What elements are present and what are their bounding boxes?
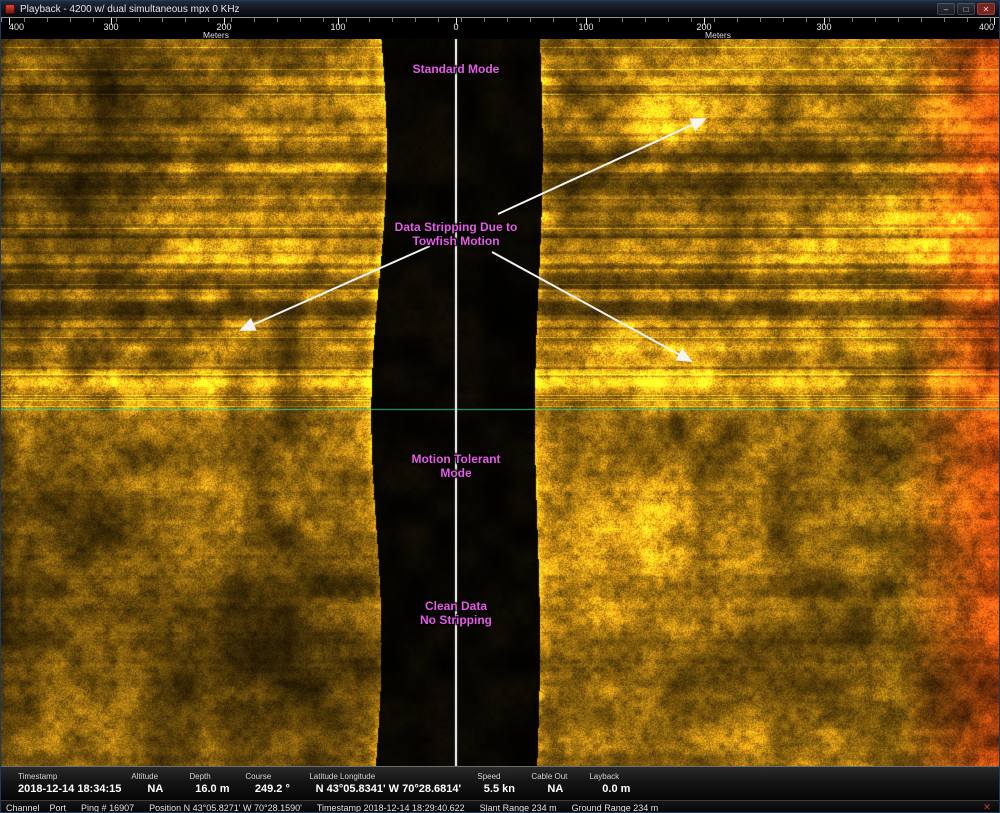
status-field-speed: Speed 5.5 kn bbox=[472, 767, 526, 800]
minimize-button[interactable]: – bbox=[937, 3, 955, 15]
annotation-motion-tolerant: Motion Tolerant Mode bbox=[411, 452, 500, 480]
ruler-tick-label: 300 bbox=[103, 22, 118, 32]
ruler-tick bbox=[994, 18, 995, 25]
playback-info-bar: Channel Port Ping # 16907 Position N 43°… bbox=[1, 800, 999, 813]
status-field-cable-out: Cable Out NA bbox=[526, 767, 584, 800]
ruler-tick-label: 100 bbox=[330, 22, 345, 32]
app-icon bbox=[5, 4, 15, 14]
slant-range: Slant Range 234 m bbox=[480, 803, 557, 813]
ruler-tick-label: 400 bbox=[979, 22, 994, 32]
status-field-altitude: Altitude NA bbox=[126, 767, 184, 800]
annotation-data-stripping: Data Stripping Due to Towfish Motion bbox=[395, 220, 518, 248]
close-button[interactable]: ✕ bbox=[977, 3, 995, 15]
maximize-button[interactable]: □ bbox=[957, 3, 975, 15]
cursor-timestamp: Timestamp 2018-12-14 18:29:40.622 bbox=[317, 803, 465, 813]
ruler-tick-label: 400 bbox=[9, 22, 24, 32]
channel-label: Channel bbox=[6, 803, 40, 813]
ruler-tick-label: 300 bbox=[816, 22, 831, 32]
status-field-depth: Depth 16.0 m bbox=[184, 767, 240, 800]
ruler-tick-label: 200 bbox=[216, 22, 231, 32]
window-controls: – □ ✕ bbox=[937, 3, 995, 15]
channel-group: Channel Port bbox=[6, 803, 66, 813]
status-field-course: Course 249.2 ° bbox=[240, 767, 304, 800]
close-icon[interactable]: ✕ bbox=[980, 802, 994, 813]
status-field-latitude-longitude: Latitude Longitude N 43°05.8341' W 70°28… bbox=[304, 767, 472, 800]
playback-window: Playback - 4200 w/ dual simultaneous mpx… bbox=[0, 0, 1000, 813]
channel-value: Port bbox=[50, 803, 67, 813]
ground-range: Ground Range 234 m bbox=[572, 803, 659, 813]
status-field-timestamp: Timestamp 2018-12-14 18:34:15 bbox=[13, 767, 126, 800]
sonar-canvas[interactable] bbox=[1, 39, 1000, 766]
status-bar: Timestamp 2018-12-14 18:34:15 Altitude N… bbox=[1, 766, 999, 800]
title-bar[interactable]: Playback - 4200 w/ dual simultaneous mpx… bbox=[1, 1, 999, 17]
window-title: Playback - 4200 w/ dual simultaneous mpx… bbox=[20, 4, 932, 15]
annotation-clean-data: Clean Data No Stripping bbox=[420, 599, 492, 627]
ruler-tick-label: 0 bbox=[453, 22, 458, 32]
ruler-tick-label: 100 bbox=[578, 22, 593, 32]
status-field-layback: Layback 0.0 m bbox=[584, 767, 648, 800]
cursor-position: Position N 43°05.8271' W 70°28.1590' bbox=[149, 803, 302, 813]
ruler-tick-label: 200 bbox=[696, 22, 711, 32]
range-ruler: Meters Meters 4003002001000100200300400 bbox=[1, 17, 999, 39]
annotation-standard-mode: Standard Mode bbox=[413, 62, 500, 76]
sonar-waterfall[interactable]: Standard Mode Data Stripping Due to Towf… bbox=[1, 39, 1000, 766]
ping-number: Ping # 16907 bbox=[81, 803, 134, 813]
